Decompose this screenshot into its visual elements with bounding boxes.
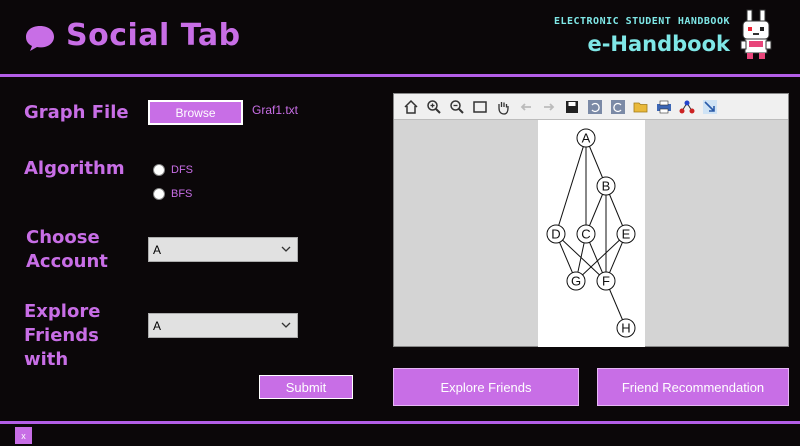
graph-node-label-D: D [551, 227, 560, 242]
graph-node-label-C: C [581, 227, 590, 242]
radio-dfs-circle[interactable] [153, 164, 165, 176]
chevron-down-icon [281, 246, 291, 252]
submit-button[interactable]: Submit [259, 375, 353, 399]
radio-dfs[interactable]: DFS [153, 164, 193, 176]
explore-friends-select[interactable]: A [148, 313, 298, 338]
choose-account-select[interactable]: A [148, 237, 298, 262]
graph-node-label-H: H [621, 321, 630, 336]
browse-button[interactable]: Browse [148, 100, 243, 125]
choose-account-label-line2: Account [26, 251, 108, 272]
app-title: Social Tab [66, 18, 241, 53]
choose-account-label: Choose Account [26, 226, 108, 274]
layout-icon[interactable] [678, 98, 696, 116]
graph-viewer: A B C D E F G H [393, 93, 789, 347]
redo-icon[interactable] [609, 98, 627, 116]
explore-label-line3: with [24, 349, 69, 370]
graph-edge-A-D [555, 137, 587, 235]
friend-graph: A B C D E F G H [546, 128, 636, 338]
choose-account-label-line1: Choose [26, 227, 100, 248]
explore-friends-button[interactable]: Explore Friends [393, 368, 579, 406]
close-button[interactable]: x [15, 427, 32, 444]
header-divider [0, 74, 800, 77]
brand-subtitle: ELECTRONIC STUDENT HANDBOOK [553, 16, 730, 27]
select-rect-icon[interactable] [471, 98, 489, 116]
fit-icon[interactable] [701, 98, 719, 116]
explore-label-line2: Friends [24, 325, 99, 346]
radio-bfs[interactable]: BFS [153, 188, 192, 200]
zoom-in-icon[interactable] [425, 98, 443, 116]
choose-account-value: A [153, 242, 162, 257]
graph-node-label-F: F [602, 274, 610, 289]
print-icon[interactable] [655, 98, 673, 116]
bunny-mascot-icon [740, 9, 772, 59]
radio-bfs-label: BFS [171, 188, 193, 200]
graph-toolbar [394, 94, 788, 120]
footer-divider [0, 421, 800, 424]
pan-hand-icon[interactable] [494, 98, 512, 116]
chevron-down-icon [281, 322, 291, 328]
forward-arrow-icon[interactable] [540, 98, 558, 116]
home-icon[interactable] [402, 98, 420, 116]
graph-canvas: A B C D E F G H [538, 120, 645, 347]
friend-recommendation-button[interactable]: Friend Recommendation [597, 368, 789, 406]
selected-file-name: Graf1.txt [252, 103, 299, 117]
undo-icon[interactable] [586, 98, 604, 116]
algorithm-label: Algorithm [24, 158, 125, 179]
graph-node-label-B: B [602, 179, 611, 194]
explore-friends-value: A [153, 318, 162, 333]
explore-friends-label: Explore Friends with [24, 300, 100, 372]
brand-title: e-Handbook [587, 32, 730, 56]
header: Social Tab ELECTRONIC STUDENT HANDBOOK e… [0, 0, 800, 74]
open-folder-icon[interactable] [632, 98, 650, 116]
chat-bubble-icon [26, 26, 54, 51]
zoom-out-icon[interactable] [448, 98, 466, 116]
explore-label-line1: Explore [24, 301, 101, 322]
graph-node-label-E: E [622, 227, 631, 242]
graph-node-label-G: G [571, 274, 581, 289]
radio-bfs-circle[interactable] [153, 188, 165, 200]
graph-file-label: Graph File [24, 102, 129, 123]
back-arrow-icon[interactable] [517, 98, 535, 116]
graph-node-label-A: A [582, 131, 591, 146]
save-icon[interactable] [563, 98, 581, 116]
radio-dfs-label: DFS [171, 164, 193, 176]
